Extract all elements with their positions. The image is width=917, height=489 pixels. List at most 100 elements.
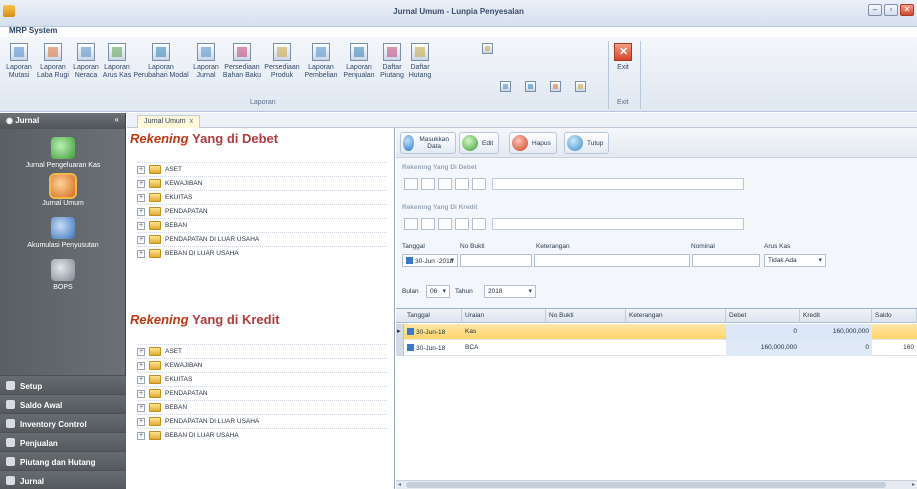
table-row[interactable]: 30-Jun-18 Kas 0 160,000,000 [396, 324, 917, 340]
table-row[interactable]: 30-Jun-18 BCA 160,000,000 0 160 [396, 340, 917, 356]
tree-node[interactable]: + ASET [137, 162, 387, 176]
close-button[interactable]: Tutup [564, 132, 610, 154]
cell-debet[interactable]: 160,000,000 [726, 340, 800, 356]
close-tab-icon[interactable]: x [190, 118, 194, 125]
daftar-hutang-button[interactable]: Daftar Hutang [406, 43, 434, 93]
minimize-button[interactable]: – [868, 4, 882, 16]
column-header-tanggal[interactable]: Tanggal [404, 309, 462, 323]
bulan-select[interactable]: 06 [426, 285, 450, 298]
code-box[interactable] [438, 218, 452, 230]
column-header-no-bukti[interactable]: No Bukti [546, 309, 626, 323]
code-box[interactable] [438, 178, 452, 190]
expand-icon[interactable]: + [137, 221, 145, 230]
cell-no-bukti[interactable] [546, 340, 626, 356]
print-icon[interactable] [482, 43, 493, 54]
no-bukti-input[interactable] [460, 254, 532, 267]
laporan-perubahan-modal-button[interactable]: Laporan Perubahan Modal [132, 43, 190, 93]
code-box[interactable] [455, 218, 469, 230]
laporan-arus-kas-button[interactable]: Laporan Arus Kas [102, 43, 132, 93]
cell-debet[interactable]: 0 [726, 324, 800, 340]
expand-icon[interactable]: + [137, 165, 145, 174]
nav-piutang-dan-hutang[interactable]: Piutang dan Hutang [0, 451, 126, 470]
tree-node[interactable]: + KEWAJIBAN [137, 358, 387, 372]
tree-node[interactable]: + ASET [137, 344, 387, 358]
scrollbar-thumb[interactable] [406, 482, 886, 488]
sidebar-item-bops[interactable]: BOPS [0, 259, 126, 291]
expand-icon[interactable]: + [137, 193, 145, 202]
cell-saldo[interactable] [872, 324, 917, 340]
tree-node[interactable]: + PENDAPATAN DI LUAR USAHA [137, 414, 387, 428]
nav-jurnal[interactable]: Jurnal [0, 470, 126, 489]
persediaan-bahan-baku-button[interactable]: Persediaan Bahan Baku [222, 43, 262, 93]
expand-icon[interactable]: + [137, 207, 145, 216]
cell-uraian[interactable]: BCA [462, 340, 546, 356]
column-header-kredit[interactable]: Kredit [800, 309, 872, 323]
tree-node[interactable]: + EKUITAS [137, 190, 387, 204]
daftar-piutang-button[interactable]: Daftar Piutang [378, 43, 406, 93]
code-box[interactable] [421, 218, 435, 230]
laporan-neraca-button[interactable]: Laporan Neraca [70, 43, 102, 93]
cell-tanggal[interactable]: 30-Jun-18 [404, 324, 462, 340]
sidebar-item-jurnal-umum[interactable]: Jurnal Umum [0, 173, 126, 207]
code-box[interactable] [472, 178, 486, 190]
maximize-button[interactable]: ▫ [884, 4, 898, 16]
expand-icon[interactable]: + [137, 249, 145, 258]
code-box[interactable] [455, 178, 469, 190]
column-header-uraian[interactable]: Uraian [462, 309, 546, 323]
horizontal-scrollbar[interactable]: ◂ ▸ [396, 480, 917, 489]
nominal-input[interactable] [692, 254, 760, 267]
exit-button[interactable]: Exit [613, 43, 633, 93]
expand-icon[interactable]: + [137, 235, 145, 244]
sidebar-item-jurnal-pengeluaran-kas[interactable]: Jurnal Pengeluaran Kas [0, 137, 126, 169]
cell-kredit[interactable]: 0 [800, 340, 872, 356]
nav-saldo-awal[interactable]: Saldo Awal [0, 394, 126, 413]
expand-icon[interactable]: + [137, 347, 145, 356]
scroll-right-icon[interactable]: ▸ [912, 481, 915, 488]
cell-keterangan[interactable] [626, 324, 726, 340]
laporan-jurnal-button[interactable]: Laporan Jurnal [190, 43, 222, 93]
tab-jurnal-umum[interactable]: Jurnal Umum x [137, 115, 201, 128]
laporan-pembelian-button[interactable]: Laporan Pembelian [302, 43, 340, 93]
tree-node[interactable]: + BEBAN [137, 400, 387, 414]
tree-node[interactable]: + BEBAN [137, 218, 387, 232]
cell-tanggal[interactable]: 30-Jun-18 [404, 340, 462, 356]
nav-inventory-control[interactable]: Inventory Control [0, 413, 126, 432]
kredit-account-name-field[interactable] [492, 218, 744, 230]
cell-no-bukti[interactable] [546, 324, 626, 340]
column-header-debet[interactable]: Debet [726, 309, 800, 323]
collapse-icon[interactable]: « [115, 115, 119, 124]
scroll-left-icon[interactable]: ◂ [398, 481, 401, 488]
expand-icon[interactable]: + [137, 389, 145, 398]
tree-node[interactable]: + PENDAPATAN DI LUAR USAHA [137, 232, 387, 246]
persediaan-produk-button[interactable]: Persediaan Produk [262, 43, 302, 93]
laporan-penjualan-button[interactable]: Laporan Penjualan [340, 43, 378, 93]
cell-keterangan[interactable] [626, 340, 726, 356]
code-box[interactable] [421, 178, 435, 190]
code-box[interactable] [404, 218, 418, 230]
cell-uraian[interactable]: Kas [462, 324, 546, 340]
keterangan-input[interactable] [534, 254, 690, 267]
tahun-select[interactable]: 2018 [484, 285, 536, 298]
nav-setup[interactable]: Setup [0, 375, 126, 394]
tree-node[interactable]: + EKUITAS [137, 372, 387, 386]
color-icon[interactable] [550, 81, 561, 92]
close-window-button[interactable]: ✕ [900, 4, 914, 16]
tree-node[interactable]: + BEBAN DI LUAR USAHA [137, 246, 387, 260]
expand-icon[interactable]: + [137, 375, 145, 384]
arus-kas-select[interactable]: Tidak Ada [764, 254, 826, 267]
star-icon[interactable] [575, 81, 586, 92]
tree-node[interactable]: + KEWAJIBAN [137, 176, 387, 190]
add-data-button[interactable]: Masukkan Data [400, 132, 456, 154]
code-box[interactable] [472, 218, 486, 230]
edit-button[interactable]: Edit [459, 132, 500, 154]
tree-node[interactable]: + BEBAN DI LUAR USAHA [137, 428, 387, 442]
expand-icon[interactable]: + [137, 417, 145, 426]
expand-icon[interactable]: + [137, 361, 145, 370]
cell-saldo[interactable]: 160 [872, 340, 917, 356]
laporan-mutasi-button[interactable]: Laporan Mutasi [2, 43, 36, 93]
printer-icon[interactable] [500, 81, 511, 92]
preview-icon[interactable] [525, 81, 536, 92]
delete-button[interactable]: Hapus [509, 132, 557, 154]
tree-node[interactable]: + PENDAPATAN [137, 204, 387, 218]
tanggal-date-picker[interactable]: 30-Jun -2018 [402, 254, 458, 267]
